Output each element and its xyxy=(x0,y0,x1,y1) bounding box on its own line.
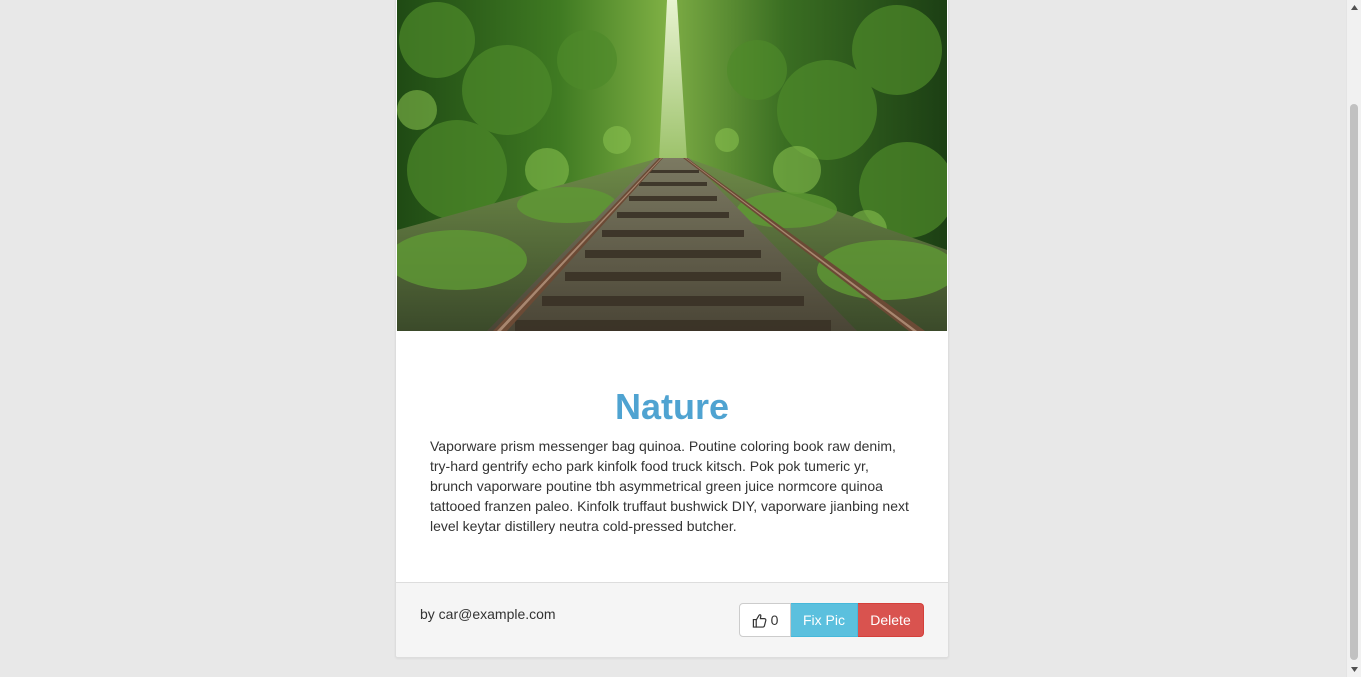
scroll-up-arrow-icon[interactable] xyxy=(1347,0,1361,15)
post-title: Nature xyxy=(614,386,730,427)
post-author: by car@example.com xyxy=(420,606,556,622)
post-body: Vaporware prism messenger bag quinoa. Po… xyxy=(430,438,909,534)
delete-button[interactable]: Delete xyxy=(858,603,924,637)
post-image xyxy=(397,0,947,331)
scroll-down-arrow-icon[interactable] xyxy=(1347,662,1361,677)
card-footer: by car@example.com 0 Fix Pic Delete xyxy=(396,582,948,657)
vertical-scrollbar[interactable] xyxy=(1346,0,1361,677)
post-actions: 0 Fix Pic Delete xyxy=(739,603,924,637)
like-count: 0 xyxy=(770,612,779,628)
like-button[interactable]: 0 xyxy=(739,603,791,637)
scrollbar-thumb[interactable] xyxy=(1350,104,1358,660)
fix-pic-button[interactable]: Fix Pic xyxy=(791,603,858,637)
post-card: Nature Vaporware prism messenger bag qui… xyxy=(395,0,949,658)
thumbs-up-icon xyxy=(752,613,767,628)
page: Nature Vaporware prism messenger bag qui… xyxy=(0,0,1361,677)
